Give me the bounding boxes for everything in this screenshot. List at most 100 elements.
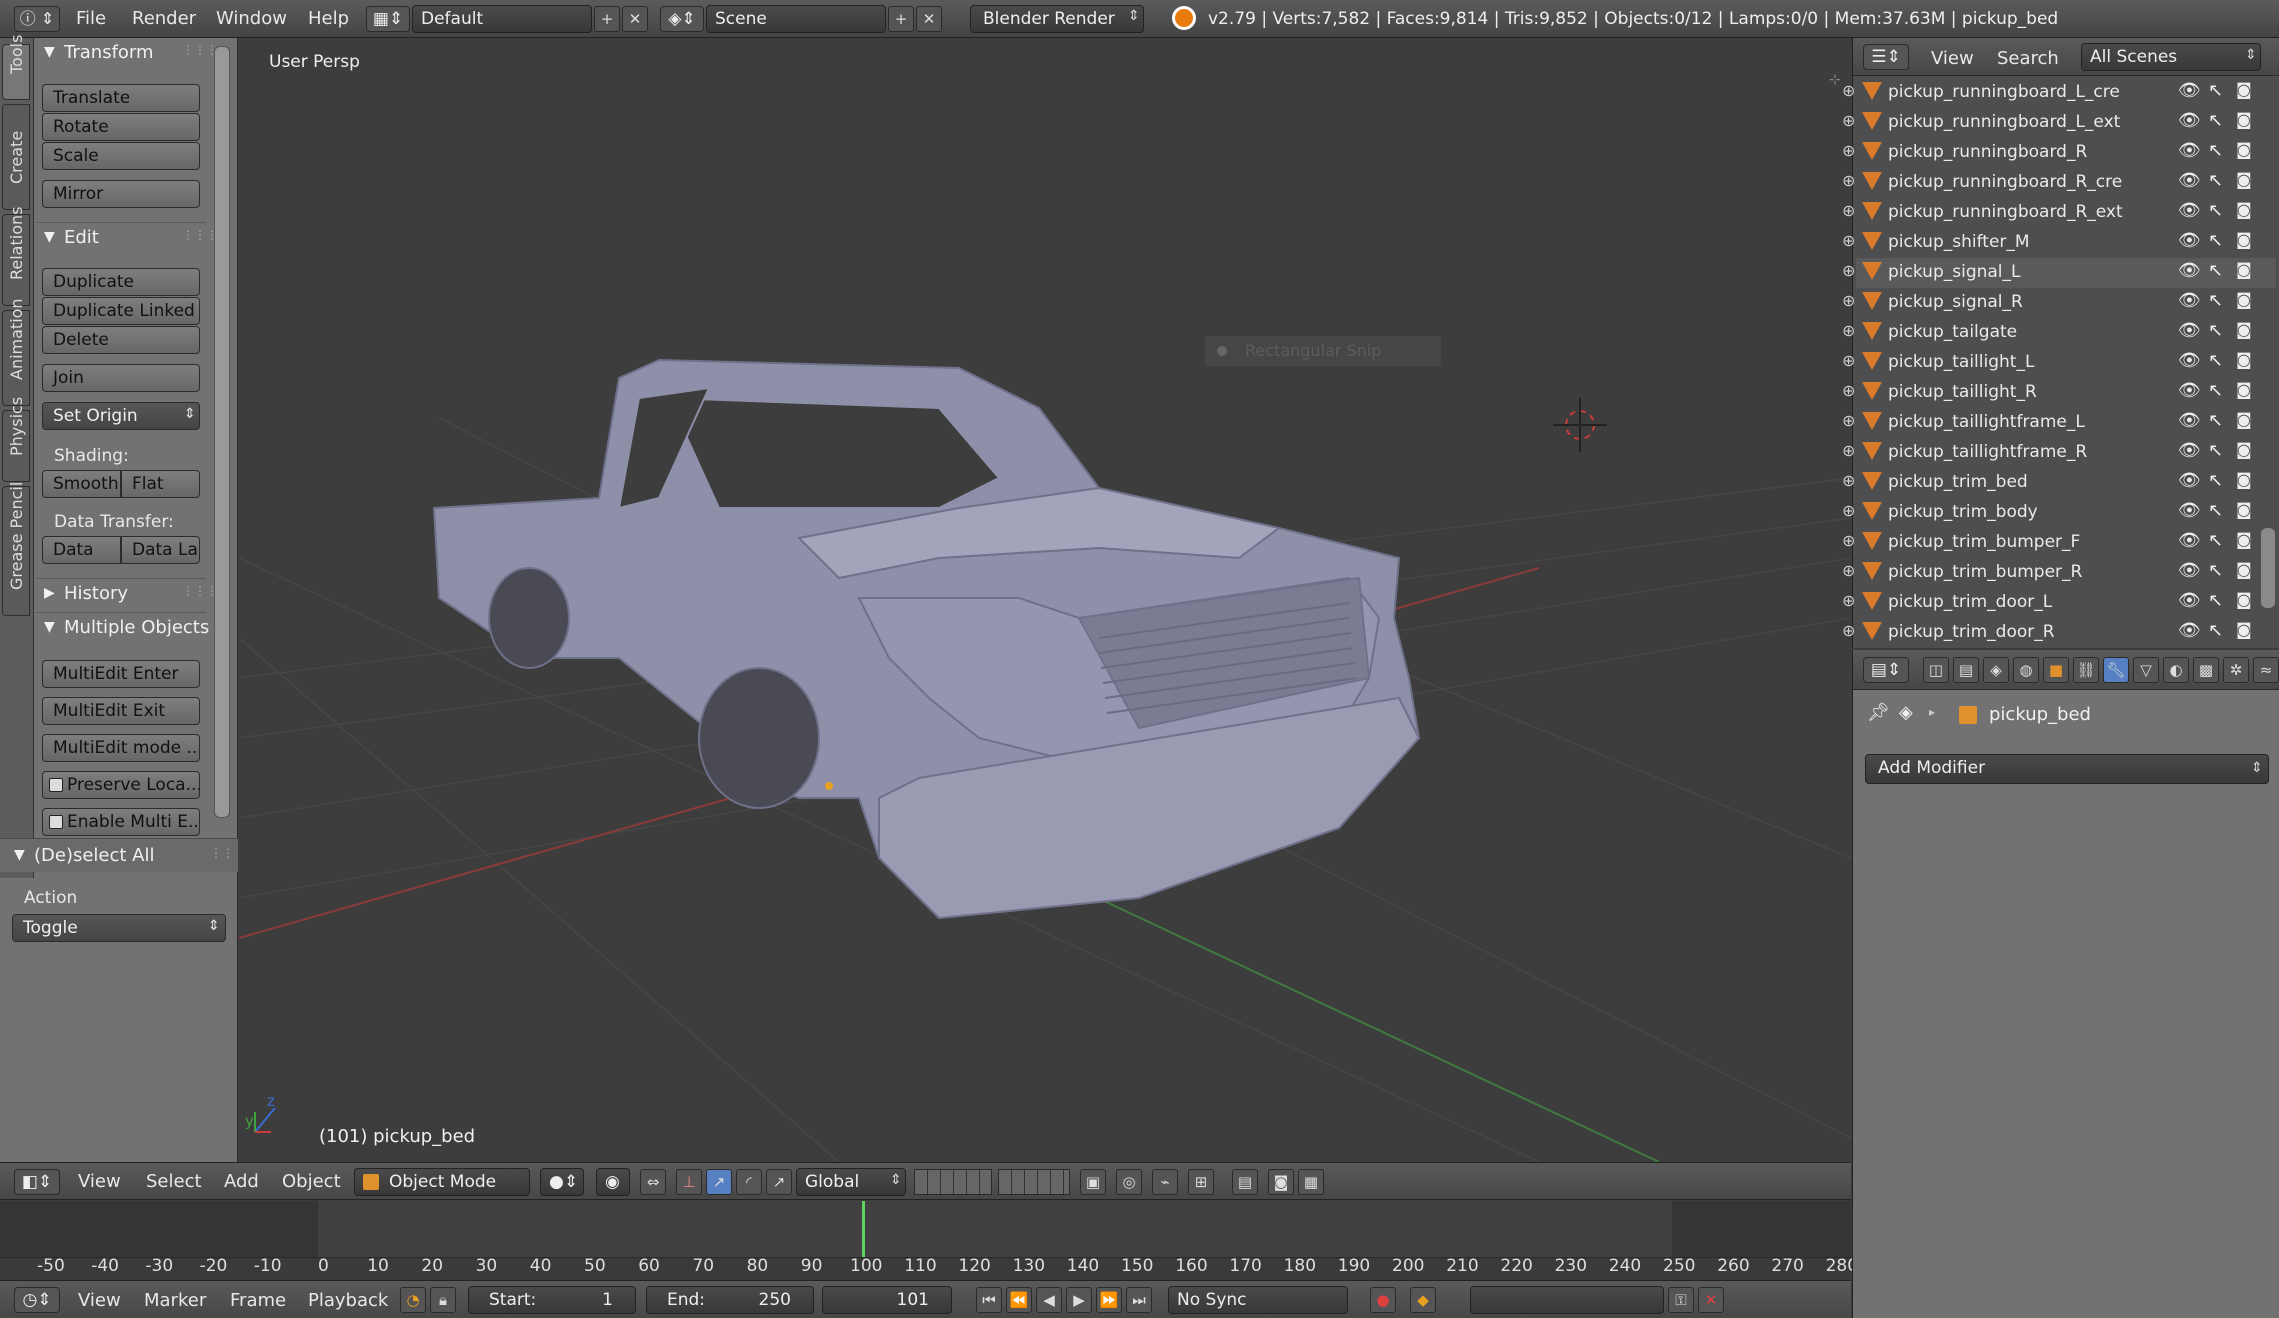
expand-plus-icon[interactable]: ⊕ xyxy=(1842,621,1855,640)
outliner-item[interactable]: ⊕ pickup_signal_R 👁︎ ↖ ◙ xyxy=(1842,288,2276,318)
modifiers-context-icon[interactable]: 🔧︎ xyxy=(2103,657,2129,683)
selectable-cursor-icon[interactable]: ↖ xyxy=(2208,200,2223,221)
render-camera-icon[interactable]: ◙ xyxy=(2236,380,2252,399)
current-frame-field[interactable]: 101 xyxy=(822,1286,952,1314)
render-camera-icon[interactable]: ◙ xyxy=(2236,140,2252,159)
render-camera-icon[interactable]: ◙ xyxy=(2236,560,2252,579)
scene-context-icon[interactable]: ◈ xyxy=(1983,657,2009,683)
snap-icon[interactable]: ⌁ xyxy=(1152,1169,1178,1195)
menu-render[interactable]: Render xyxy=(132,8,196,29)
jump-keyframe-forward-icon[interactable]: ⏩ xyxy=(1096,1287,1122,1313)
expand-plus-icon[interactable]: ⊕ xyxy=(1842,411,1855,430)
pivot-select[interactable]: ◉ xyxy=(596,1168,630,1196)
render-camera-icon[interactable]: ◙ xyxy=(2236,620,2252,639)
outliner-editor-icon[interactable]: ☰⇕ xyxy=(1863,44,1909,70)
physics-context-icon[interactable]: ≈ xyxy=(2253,657,2279,683)
visibility-eye-icon[interactable]: 👁︎ xyxy=(2178,320,2201,341)
layers-grid-a[interactable] xyxy=(914,1169,992,1195)
render-image-icon[interactable]: ◙ xyxy=(1268,1169,1294,1195)
outliner-item[interactable]: ⊕ pickup_runningboard_R_ext 👁︎ ↖ ◙ xyxy=(1842,198,2276,228)
multiple-objects-panel-header[interactable]: ▼ Multiple Objects xyxy=(36,612,209,646)
object-context-icon[interactable]: ■ xyxy=(2043,657,2069,683)
render-camera-icon[interactable]: ◙ xyxy=(2236,410,2252,429)
expand-plus-icon[interactable]: ⊕ xyxy=(1842,591,1855,610)
multiedit-mode-button[interactable]: MultiEdit mode ... xyxy=(42,734,200,762)
keying-set-icon[interactable]: ◆ xyxy=(1410,1287,1436,1313)
tab-relations[interactable]: Relations xyxy=(2,207,30,306)
selectable-cursor-icon[interactable]: ↖ xyxy=(2208,560,2223,581)
outliner-item[interactable]: ⊕ pickup_runningboard_L_cre 👁︎ ↖ ◙ xyxy=(1842,78,2276,108)
data-layout-button[interactable]: Data La xyxy=(121,536,200,564)
expand-plus-icon[interactable]: ⊕ xyxy=(1842,381,1855,400)
visibility-eye-icon[interactable]: 👁︎ xyxy=(2178,560,2201,581)
current-frame-indicator[interactable] xyxy=(862,1201,865,1257)
selectable-cursor-icon[interactable]: ↖ xyxy=(2208,620,2223,641)
expand-plus-icon[interactable]: ⊕ xyxy=(1842,111,1855,130)
smooth-button[interactable]: Smooth xyxy=(42,470,121,498)
menu-view[interactable]: View xyxy=(78,1171,121,1192)
visibility-eye-icon[interactable]: 👁︎ xyxy=(2178,410,2201,431)
editor-type-icon[interactable]: ◧⇕ xyxy=(14,1169,60,1195)
add-modifier-select[interactable]: Add Modifier xyxy=(1865,754,2269,784)
menu-playback[interactable]: Playback xyxy=(308,1290,388,1311)
visibility-eye-icon[interactable]: 👁︎ xyxy=(2178,80,2201,101)
translate-button[interactable]: Translate xyxy=(42,84,200,112)
selectable-cursor-icon[interactable]: ↖ xyxy=(2208,320,2223,341)
expand-plus-icon[interactable]: ⊕ xyxy=(1842,261,1855,280)
menu-frame[interactable]: Frame xyxy=(230,1290,286,1311)
outliner-item[interactable]: ⊕ pickup_taillightframe_L 👁︎ ↖ ◙ xyxy=(1842,408,2276,438)
expand-plus-icon[interactable]: ⊕ xyxy=(1842,81,1855,100)
jump-start-icon[interactable]: ⏮ xyxy=(976,1287,1002,1313)
start-frame-field[interactable]: Start: 1 xyxy=(468,1286,636,1314)
data-button[interactable]: Data xyxy=(42,536,121,564)
translate-manipulator-icon[interactable]: ⊥ xyxy=(676,1169,702,1195)
outliner-item[interactable]: ⊕ pickup_trim_door_R 👁︎ ↖ ◙ xyxy=(1842,618,2276,648)
world-context-icon[interactable]: ◍ xyxy=(2013,657,2039,683)
menu-file[interactable]: File xyxy=(76,8,106,29)
add-layout-icon[interactable]: + xyxy=(594,6,620,32)
info-editor-icon[interactable]: ⓘ ⇕ xyxy=(14,6,60,32)
manipulator-extra-icon[interactable]: ↗ xyxy=(766,1169,792,1195)
menu-window[interactable]: Window xyxy=(216,8,287,29)
viewport-3d[interactable]: z y User Persp (101) pickup_bed Rectangu… xyxy=(239,38,1851,1162)
timeline-editor-icon[interactable]: ◷⇕ xyxy=(14,1287,60,1313)
selectable-cursor-icon[interactable]: ↖ xyxy=(2208,110,2223,131)
tab-animation[interactable]: Animation xyxy=(2,298,30,406)
selectable-cursor-icon[interactable]: ↖ xyxy=(2208,410,2223,431)
layer-lock-icon[interactable]: ▣ xyxy=(1080,1169,1106,1195)
expand-plus-icon[interactable]: ⊕ xyxy=(1842,441,1855,460)
expand-plus-icon[interactable]: ⊕ xyxy=(1842,171,1855,190)
expand-plus-icon[interactable]: ⊕ xyxy=(1842,291,1855,310)
keying-set-field[interactable] xyxy=(1470,1286,1664,1314)
render-engine-select[interactable]: Blender Render xyxy=(970,5,1144,33)
selectable-cursor-icon[interactable]: ↖ xyxy=(2208,500,2223,521)
expand-plus-icon[interactable]: ⊕ xyxy=(1842,471,1855,490)
visibility-eye-icon[interactable]: 👁︎ xyxy=(2178,350,2201,371)
expand-plus-icon[interactable]: ⊕ xyxy=(1842,231,1855,250)
selectable-cursor-icon[interactable]: ↖ xyxy=(2208,170,2223,191)
preserve-local-checkbox[interactable]: Preserve Loca... xyxy=(42,771,200,799)
selectable-cursor-icon[interactable]: ↖ xyxy=(2208,80,2223,101)
render-context-icon[interactable]: ◫ xyxy=(1923,657,1949,683)
visibility-eye-icon[interactable]: 👁︎ xyxy=(2178,380,2201,401)
selectable-cursor-icon[interactable]: ↖ xyxy=(2208,230,2223,251)
tab-physics[interactable]: Physics xyxy=(2,397,30,482)
proportional-edit-icon[interactable]: ◎ xyxy=(1116,1169,1142,1195)
play-icon[interactable]: ▶ xyxy=(1066,1287,1092,1313)
constraints-context-icon[interactable]: ⛓ xyxy=(2073,657,2099,683)
visibility-eye-icon[interactable]: 👁︎ xyxy=(2178,470,2201,491)
outliner-item[interactable]: ⊕ pickup_trim_door_L 👁︎ ↖ ◙ xyxy=(1842,588,2276,618)
render-camera-icon[interactable]: ◙ xyxy=(2236,320,2252,339)
close-scene-icon[interactable]: ✕ xyxy=(916,6,942,32)
viewport-shading-select[interactable]: ●⇕ xyxy=(540,1168,584,1196)
outliner-item[interactable]: ⊕ pickup_trim_bed 👁︎ ↖ ◙ xyxy=(1842,468,2276,498)
preview-range-icon[interactable]: ◔ xyxy=(400,1287,426,1313)
tab-tools[interactable]: Tools xyxy=(2,35,30,100)
manipulator-icon[interactable]: ⇔ xyxy=(640,1169,666,1195)
menu-marker[interactable]: Marker xyxy=(144,1290,206,1311)
add-scene-icon[interactable]: + xyxy=(888,6,914,32)
render-layers-icon[interactable]: ▤ xyxy=(1953,657,1979,683)
scene-field[interactable]: Scene xyxy=(706,5,886,33)
selectable-cursor-icon[interactable]: ↖ xyxy=(2208,380,2223,401)
menu-select[interactable]: Select xyxy=(146,1171,202,1192)
